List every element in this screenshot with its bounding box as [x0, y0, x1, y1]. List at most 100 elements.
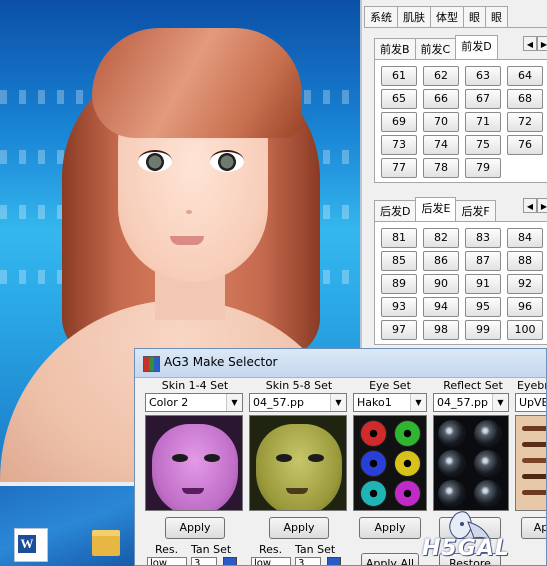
hair-button-69[interactable]: 69 [381, 112, 417, 132]
reflect-swatch[interactable] [438, 420, 466, 447]
reflect-set-select[interactable]: 04_57.pp ▼ [433, 393, 509, 412]
tab-front-hair-c[interactable]: 前发C [414, 38, 457, 59]
hair-button-75[interactable]: 75 [465, 135, 501, 155]
scroll-left-icon[interactable]: ◀ [523, 36, 537, 51]
tab-front-hair-b[interactable]: 前发B [374, 38, 416, 59]
hair-button-68[interactable]: 68 [507, 89, 543, 109]
apply-skin-1-4-button[interactable]: Apply [165, 517, 225, 539]
hair-button-87[interactable]: 87 [465, 251, 501, 271]
skin-1-4-preview[interactable] [145, 415, 243, 511]
hair-button-97[interactable]: 97 [381, 320, 417, 340]
tab-back-hair-d[interactable]: 后发D [374, 200, 417, 221]
scroll-right-icon[interactable]: ▶ [537, 36, 547, 51]
reflect-swatch[interactable] [474, 450, 502, 477]
hair-button-71[interactable]: 71 [465, 112, 501, 132]
hair-button-98[interactable]: 98 [423, 320, 459, 340]
skin-1-4-select[interactable]: Color 2 ▼ [145, 393, 243, 412]
word-document-icon[interactable]: W [14, 528, 48, 562]
reflect-swatch[interactable] [438, 480, 466, 507]
eye-swatch-green[interactable] [394, 420, 421, 447]
hair-button-84[interactable]: 84 [507, 228, 543, 248]
front-hair-page: 61 62 63 64 65 66 67 68 69 70 71 72 73 7… [374, 59, 547, 183]
res-select-1[interactable]: low [147, 557, 187, 565]
hair-button-74[interactable]: 74 [423, 135, 459, 155]
hair-button-99[interactable]: 99 [465, 320, 501, 340]
hair-button-77[interactable]: 77 [381, 158, 417, 178]
eye-swatch-cyan[interactable] [360, 480, 387, 507]
dialog-title: AG3 Make Selector [164, 355, 278, 369]
eye-set-preview[interactable] [353, 415, 427, 511]
hair-button-79[interactable]: 79 [465, 158, 501, 178]
hair-button-76[interactable]: 76 [507, 135, 543, 155]
hair-button-91[interactable]: 91 [465, 274, 501, 294]
eye-swatch-magenta[interactable] [394, 480, 421, 507]
tan-set-select-2[interactable]: 3 [295, 557, 321, 565]
res-select-2[interactable]: low [251, 557, 291, 565]
folder-icon[interactable] [92, 530, 120, 556]
hair-button-67[interactable]: 67 [465, 89, 501, 109]
eyebrow-preview[interactable] [515, 415, 546, 511]
dialog-titlebar[interactable]: AG3 Make Selector [135, 349, 546, 378]
eye-set-select[interactable]: Hako1 ▼ [353, 393, 427, 412]
apply-eye-set-button[interactable]: Apply [359, 517, 421, 539]
reflect-swatch[interactable] [438, 450, 466, 477]
hair-button-64[interactable]: 64 [507, 66, 543, 86]
tab-eye-2[interactable]: 眼 [485, 6, 508, 27]
tab-system[interactable]: 系统 [364, 6, 398, 27]
hair-button-86[interactable]: 86 [423, 251, 459, 271]
reflect-set-preview[interactable] [433, 415, 509, 511]
eyebrow-label: Eyebro [517, 379, 546, 392]
tan-swatch-icon[interactable] [223, 557, 237, 565]
hair-button-94[interactable]: 94 [423, 297, 459, 317]
tan-set-select-1[interactable]: 3 [191, 557, 217, 565]
hair-button-95[interactable]: 95 [465, 297, 501, 317]
eye-swatch-blue[interactable] [360, 450, 387, 477]
hair-button-96[interactable]: 96 [507, 297, 543, 317]
scroll-right-icon[interactable]: ▶ [537, 198, 547, 213]
reflect-swatch[interactable] [474, 420, 502, 447]
skin-5-8-select[interactable]: 04_57.pp ▼ [249, 393, 347, 412]
hair-button-81[interactable]: 81 [381, 228, 417, 248]
preview-mouth [182, 488, 204, 494]
reflect-swatch[interactable] [474, 480, 502, 507]
eye-set-label: Eye Set [369, 379, 411, 392]
back-hair-buttons: 81 82 83 84 85 86 87 88 89 90 91 92 93 9… [381, 228, 543, 340]
hair-button-88[interactable]: 88 [507, 251, 543, 271]
tab-skin[interactable]: 肌肤 [397, 6, 431, 27]
eye-swatch-red[interactable] [360, 420, 387, 447]
scroll-left-icon[interactable]: ◀ [523, 198, 537, 213]
tab-front-hair-d[interactable]: 前发D [455, 35, 498, 59]
hair-button-82[interactable]: 82 [423, 228, 459, 248]
hair-button-73[interactable]: 73 [381, 135, 417, 155]
preview-eye [308, 454, 324, 462]
tan-swatch-icon[interactable] [327, 557, 341, 565]
hair-button-85[interactable]: 85 [381, 251, 417, 271]
hair-button-61[interactable]: 61 [381, 66, 417, 86]
eyebrow-select[interactable]: UpVBro [515, 393, 546, 412]
hair-button-72[interactable]: 72 [507, 112, 543, 132]
eye-swatch-yellow[interactable] [394, 450, 421, 477]
apply-skin-5-8-button[interactable]: Apply [269, 517, 329, 539]
hair-button-63[interactable]: 63 [465, 66, 501, 86]
hair-button-66[interactable]: 66 [423, 89, 459, 109]
hair-button-83[interactable]: 83 [465, 228, 501, 248]
hair-button-93[interactable]: 93 [381, 297, 417, 317]
hair-button-90[interactable]: 90 [423, 274, 459, 294]
tab-back-hair-e[interactable]: 后发E [415, 197, 457, 221]
tab-eye[interactable]: 眼 [463, 6, 486, 27]
skin-5-8-preview[interactable] [249, 415, 347, 511]
hair-button-100[interactable]: 100 [507, 320, 543, 340]
hair-button-65[interactable]: 65 [381, 89, 417, 109]
tab-back-hair-f[interactable]: 后发F [455, 200, 496, 221]
preview-eye [204, 454, 220, 462]
tab-body[interactable]: 体型 [430, 6, 464, 27]
hair-button-92[interactable]: 92 [507, 274, 543, 294]
hair-button-70[interactable]: 70 [423, 112, 459, 132]
character-nose [186, 210, 192, 214]
desktop-background: W [0, 482, 140, 566]
hair-button-78[interactable]: 78 [423, 158, 459, 178]
apply-all-button[interactable]: Apply All [361, 553, 419, 565]
hair-button-62[interactable]: 62 [423, 66, 459, 86]
reflect-set-label: Reflect Set [443, 379, 503, 392]
hair-button-89[interactable]: 89 [381, 274, 417, 294]
